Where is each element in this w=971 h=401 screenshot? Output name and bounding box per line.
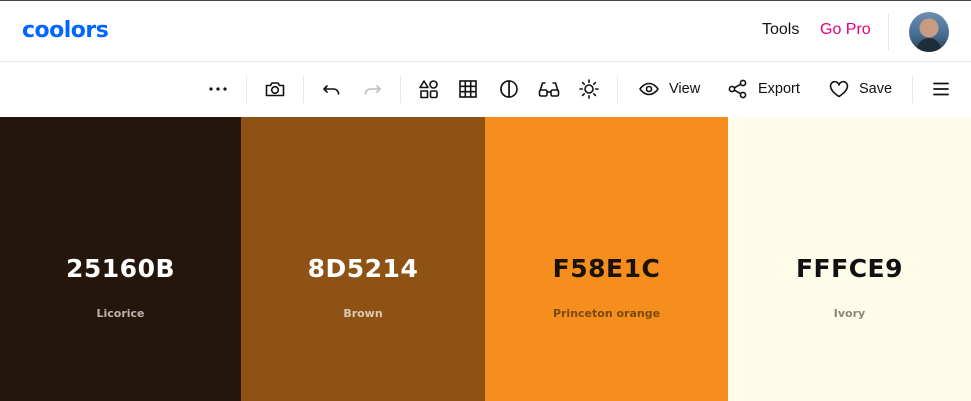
color-name: Licorice [96,307,145,320]
save-button[interactable]: Save [828,76,892,102]
grid-view-button[interactable] [457,76,479,102]
camera-button[interactable] [264,76,286,102]
save-label: Save [859,81,893,97]
color-name: Princeton orange [552,307,661,320]
color-hex-code[interactable]: 8D5214 [241,254,485,283]
redo-button[interactable] [361,76,383,102]
top-navbar: coolors Tools Go Pro [0,0,971,62]
shapes-button[interactable] [418,76,440,102]
export-button[interactable]: Export [727,76,800,102]
palette-toolbar: View Export Save [0,62,971,117]
undo-button[interactable] [321,76,343,102]
toolbar-divider [400,76,401,103]
color-blindness-button[interactable] [537,76,561,102]
coolors-logo[interactable]: coolors [22,18,109,43]
glasses-icon [537,78,561,100]
grid-icon [457,78,479,100]
more-options-button[interactable] [207,76,229,102]
contrast-icon [498,78,520,100]
color-hex-code[interactable]: FFFCE9 [728,254,971,283]
tools-link[interactable]: Tools [762,21,799,39]
toolbar-divider [912,76,913,103]
eye-icon [638,78,660,100]
color-swatch[interactable]: FFFCE9 Ivory [728,117,971,401]
contrast-button[interactable] [498,76,520,102]
redo-icon [361,78,383,100]
toolbar-divider [246,76,247,103]
color-palette: 25160B Licorice 8D5214 Brown F58E1C Prin… [0,117,971,401]
toolbar-divider [303,76,304,103]
export-label: Export [758,81,800,97]
share-icon [727,78,749,100]
view-label: View [669,81,701,97]
menu-button[interactable] [930,76,952,102]
brightness-button[interactable] [578,76,600,102]
go-pro-link[interactable]: Go Pro [820,21,871,39]
shapes-icon [418,78,440,100]
color-name: Ivory [833,307,866,320]
heart-icon [828,78,850,100]
hamburger-menu-icon [930,78,952,100]
color-swatch[interactable]: F58E1C Princeton orange [485,117,728,401]
camera-icon [264,78,286,100]
more-horizontal-icon [207,78,229,100]
color-swatch[interactable]: 8D5214 Brown [241,117,485,401]
sun-icon [578,78,600,100]
color-hex-code[interactable]: F58E1C [485,254,728,283]
color-hex-code[interactable]: 25160B [0,254,241,283]
user-avatar[interactable] [909,12,949,52]
undo-icon [321,78,343,100]
nav-divider [888,14,889,50]
color-name: Brown [343,307,383,320]
view-button[interactable]: View [638,76,700,102]
toolbar-divider [617,76,618,103]
color-swatch[interactable]: 25160B Licorice [0,117,241,401]
